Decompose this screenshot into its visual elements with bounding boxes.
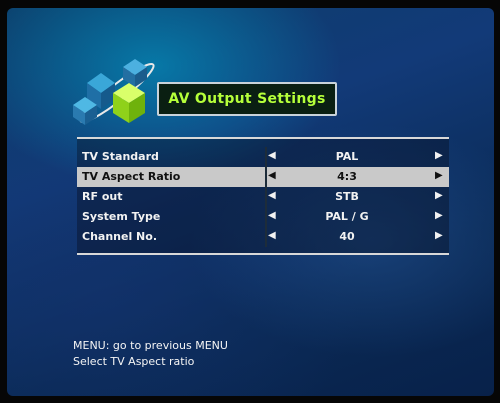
help-line-hint: Select TV Aspect ratio: [73, 355, 195, 368]
setting-row-channel-no[interactable]: Channel No. ◀ 40 ▶: [77, 227, 449, 247]
help-line-menu: MENU: go to previous MENU: [73, 339, 228, 352]
setting-label: TV Aspect Ratio: [82, 170, 181, 183]
row-divider: [265, 207, 267, 227]
row-divider: [265, 187, 267, 207]
setting-row-system-type[interactable]: System Type ◀ PAL / G ▶: [77, 207, 449, 227]
right-arrow-icon[interactable]: ▶: [435, 210, 443, 221]
setting-value: 40: [339, 230, 355, 243]
setting-label: TV Standard: [82, 150, 159, 163]
right-arrow-icon[interactable]: ▶: [435, 170, 443, 181]
row-divider: [265, 147, 267, 167]
satellite-cubes-logo: [73, 59, 155, 125]
setting-value: STB: [335, 190, 359, 203]
help-text: MENU: go to previous MENU Select TV Aspe…: [73, 338, 228, 370]
row-divider: [265, 227, 267, 247]
left-arrow-icon[interactable]: ◀: [268, 150, 276, 161]
left-arrow-icon[interactable]: ◀: [268, 210, 276, 221]
setting-row-tv-aspect-ratio[interactable]: TV Aspect Ratio ◀ 4:3 ▶: [77, 167, 449, 187]
left-arrow-icon[interactable]: ◀: [268, 170, 276, 181]
setting-row-rf-out[interactable]: RF out ◀ STB ▶: [77, 187, 449, 207]
setting-label: RF out: [82, 190, 123, 203]
setting-row-tv-standard[interactable]: TV Standard ◀ PAL ▶: [77, 147, 449, 167]
row-divider: [265, 167, 267, 187]
right-arrow-icon[interactable]: ▶: [435, 230, 443, 241]
setting-value: PAL: [335, 150, 359, 163]
tv-screen: AV Output Settings TV Standard ◀ PAL ▶ T…: [7, 8, 494, 396]
settings-list: TV Standard ◀ PAL ▶ TV Aspect Ratio ◀ 4:…: [77, 137, 449, 255]
setting-value: 4:3: [337, 170, 357, 183]
right-arrow-icon[interactable]: ▶: [435, 190, 443, 201]
setting-label: Channel No.: [82, 230, 157, 243]
page-title: AV Output Settings: [157, 82, 337, 116]
setting-value: PAL / G: [325, 210, 369, 223]
right-arrow-icon[interactable]: ▶: [435, 150, 443, 161]
setting-label: System Type: [82, 210, 161, 223]
left-arrow-icon[interactable]: ◀: [268, 230, 276, 241]
left-arrow-icon[interactable]: ◀: [268, 190, 276, 201]
